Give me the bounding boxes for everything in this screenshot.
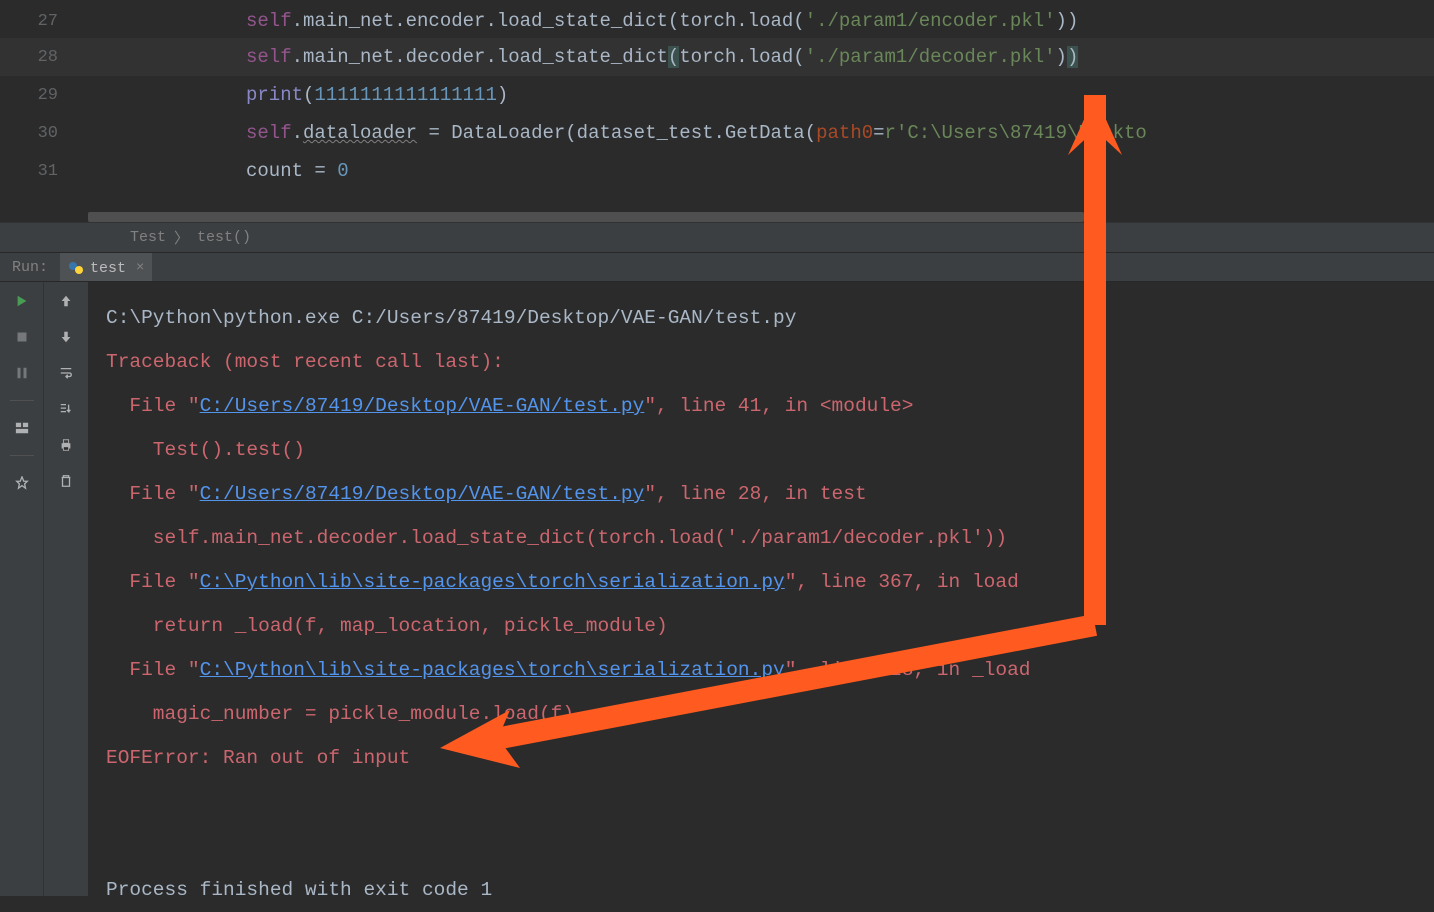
code-line-28[interactable]: self.main_net.decoder.load_state_dict(to…: [88, 46, 1078, 68]
run-label: Run:: [0, 259, 60, 276]
rerun-icon[interactable]: [13, 292, 31, 310]
code-line-30[interactable]: self.dataloader = DataLoader(dataset_tes…: [88, 122, 1147, 144]
pin-icon[interactable]: [13, 474, 31, 492]
traceback-lineno: ", line 528, in _load: [785, 659, 1031, 681]
soft-wrap-icon[interactable]: [57, 364, 75, 382]
traceback-code: return _load(f, map_location, pickle_mod…: [106, 615, 668, 637]
line-number: 31: [0, 162, 88, 181]
code-line-31[interactable]: count = 0: [88, 160, 349, 182]
print-icon[interactable]: [57, 436, 75, 454]
code-text: = DataLoader(dataset_test.GetData(: [417, 122, 816, 144]
code-text: =: [873, 122, 884, 144]
breadcrumb-class[interactable]: Test: [130, 229, 166, 246]
breadcrumb-separator: 〉: [174, 227, 189, 248]
code-text: )): [1056, 10, 1079, 32]
number-literal: 0: [337, 160, 348, 182]
file-link[interactable]: C:\Python\lib\site-packages\torch\serial…: [200, 659, 785, 681]
code-text: (: [303, 84, 314, 106]
keyword-self: self: [246, 10, 292, 32]
traceback-file-prefix: File ": [106, 571, 200, 593]
builtin-print: print: [246, 84, 303, 106]
number-literal: 1111111111111111: [314, 84, 496, 106]
code-text: torch.load(: [679, 46, 804, 68]
line-number: 29: [0, 86, 88, 105]
traceback-lineno: ", line 41, in <module>: [644, 395, 913, 417]
string-literal: './param1/encoder.pkl': [805, 10, 1056, 32]
code-text: ): [497, 84, 508, 106]
error-message: EOFError: Ran out of input: [106, 747, 410, 769]
code-text: count =: [246, 160, 337, 182]
line-number: 27: [0, 12, 88, 31]
console-command: C:\Python\python.exe C:/Users/87419/Desk…: [106, 307, 796, 329]
scroll-to-end-icon[interactable]: [57, 400, 75, 418]
python-file-icon: [68, 260, 84, 276]
traceback-code: self.main_net.decoder.load_state_dict(to…: [106, 527, 1007, 549]
run-config-tab[interactable]: test ×: [60, 253, 152, 281]
code-text: ): [1056, 46, 1067, 68]
breadcrumb[interactable]: Test 〉 test(): [0, 222, 1434, 252]
scrollbar-thumb[interactable]: [88, 212, 1084, 222]
stop-icon[interactable]: [13, 328, 31, 346]
run-tab-bar: Run: test ×: [0, 252, 1434, 282]
traceback-lineno: ", line 367, in load: [785, 571, 1019, 593]
string-literal: 'C:\Users\87419\Deskto: [896, 122, 1147, 144]
traceback-header: Traceback (most recent call last):: [106, 351, 504, 373]
traceback-file-prefix: File ": [106, 395, 200, 417]
down-arrow-icon[interactable]: [57, 328, 75, 346]
traceback-file-prefix: File ": [106, 483, 200, 505]
code-text: .main_net.decoder.load_state_dict: [292, 46, 668, 68]
trash-icon[interactable]: [57, 472, 75, 490]
traceback-code: Test().test(): [106, 439, 305, 461]
pause-icon[interactable]: [13, 364, 31, 382]
tab-label: test: [90, 260, 126, 277]
close-icon[interactable]: ×: [136, 260, 144, 276]
line-number: 28: [0, 48, 88, 67]
toolbar-divider: [10, 455, 34, 456]
traceback-lineno: ", line 28, in test: [644, 483, 866, 505]
console-output[interactable]: C:\Python\python.exe C:/Users/87419/Desk…: [88, 282, 1434, 896]
param-name: path0: [816, 122, 873, 144]
code-text: .: [292, 122, 303, 144]
keyword-self: self: [246, 46, 292, 68]
keyword-self: self: [246, 122, 292, 144]
run-toolbar-secondary: [44, 282, 88, 896]
traceback-file-prefix: File ": [106, 659, 200, 681]
layout-icon[interactable]: [13, 419, 31, 437]
paren-highlight: (: [668, 46, 679, 68]
traceback-code: magic_number = pickle_module.load(f): [106, 703, 574, 725]
code-text: .main_net.encoder.load_state_dict(torch.…: [292, 10, 805, 32]
string-prefix: r: [885, 122, 896, 144]
paren-highlight: ): [1067, 46, 1078, 68]
string-literal: './param1/decoder.pkl': [805, 46, 1056, 68]
up-arrow-icon[interactable]: [57, 292, 75, 310]
exit-message: Process finished with exit code 1: [106, 879, 492, 901]
code-line-27[interactable]: self.main_net.encoder.load_state_dict(to…: [88, 10, 1078, 32]
file-link[interactable]: C:/Users/87419/Desktop/VAE-GAN/test.py: [200, 395, 645, 417]
warn-ident: dataloader: [303, 122, 417, 144]
toolbar-divider: [10, 400, 34, 401]
file-link[interactable]: C:\Python\lib\site-packages\torch\serial…: [200, 571, 785, 593]
file-link[interactable]: C:/Users/87419/Desktop/VAE-GAN/test.py: [200, 483, 645, 505]
line-number: 30: [0, 124, 88, 143]
breadcrumb-method[interactable]: test(): [197, 229, 251, 246]
run-toolbar-primary: [0, 282, 44, 896]
code-editor[interactable]: 27 self.main_net.encoder.load_state_dict…: [0, 0, 1434, 222]
horizontal-scrollbar[interactable]: [88, 212, 1434, 222]
code-line-29[interactable]: print(1111111111111111): [88, 84, 508, 106]
